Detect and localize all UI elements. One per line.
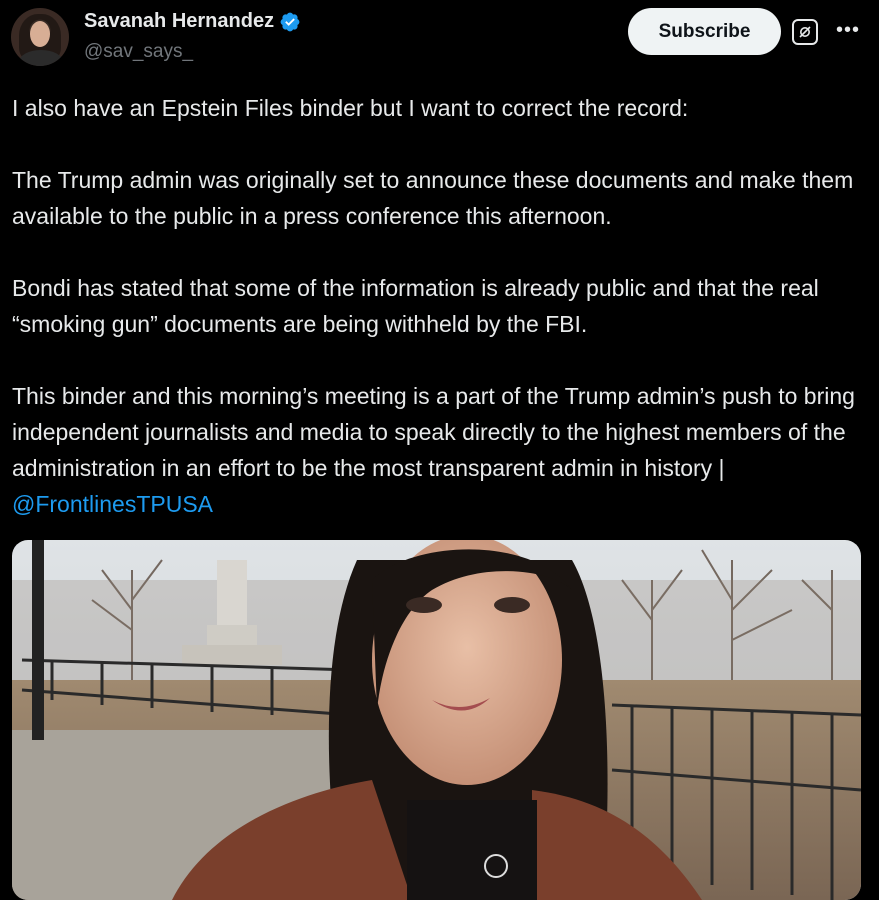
tweet-paragraph: Bondi has stated that some of the inform… bbox=[12, 275, 819, 337]
tweet-paragraph: The Trump admin was originally set to an… bbox=[12, 167, 854, 229]
author-name-row: Savanah Hernandez bbox=[84, 10, 301, 33]
grok-icon[interactable] bbox=[792, 19, 818, 45]
subscribe-button[interactable]: Subscribe bbox=[628, 8, 781, 55]
tweet-paragraph-text: This binder and this morning’s meeting i… bbox=[12, 383, 855, 481]
tweet-paragraph-final: This binder and this morning’s meeting i… bbox=[12, 378, 872, 522]
mention-link[interactable]: @FrontlinesTPUSA bbox=[12, 491, 213, 517]
author-display-name[interactable]: Savanah Hernandez bbox=[84, 10, 274, 33]
video-frame-image bbox=[12, 540, 861, 900]
tweet-paragraph: I also have an Epstein Files binder but … bbox=[12, 95, 689, 121]
verified-badge-icon bbox=[280, 12, 300, 31]
more-horizontal-icon[interactable]: ••• bbox=[833, 17, 863, 43]
grok-glyph-icon bbox=[799, 26, 811, 38]
tweet-text: I also have an Epstein Files binder but … bbox=[12, 90, 872, 522]
avatar-face bbox=[30, 21, 50, 47]
author-handle[interactable]: @sav_says_ bbox=[84, 41, 193, 63]
author-avatar[interactable] bbox=[11, 8, 69, 66]
tweet-video-thumbnail[interactable] bbox=[12, 540, 861, 900]
